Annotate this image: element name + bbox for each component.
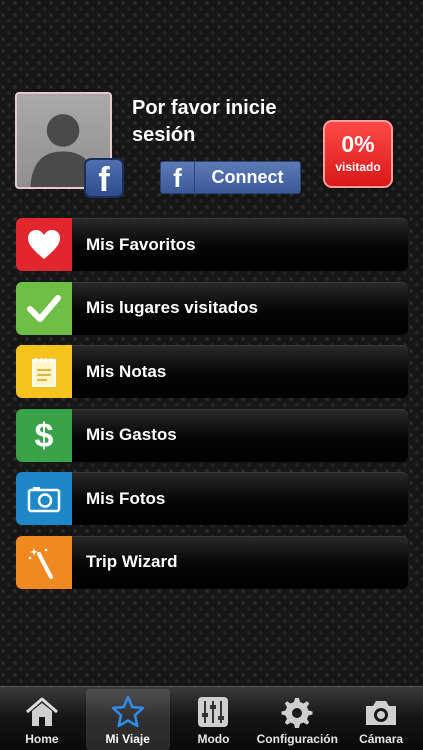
profile-header: f Por favor inicie sesión f Connect 0% v… xyxy=(0,0,423,210)
tab-bar: Home Mi Viaje Modo Configuración Cámara xyxy=(0,686,423,750)
visited-percent: 0% xyxy=(341,131,375,157)
visited-percent-badge: 0% visitado xyxy=(323,120,393,188)
tab-modo[interactable]: Modo xyxy=(172,687,256,750)
menu-item-label: Mis lugares visitados xyxy=(86,298,258,318)
tab-configuracion[interactable]: Configuración xyxy=(255,687,339,750)
menu-item-label: Mis Favoritos xyxy=(86,234,196,254)
dollar-icon: $ xyxy=(16,408,72,462)
facebook-icon: f xyxy=(84,158,124,199)
tab-label: Mi Viaje xyxy=(105,732,150,746)
magic-wand-icon xyxy=(16,535,72,589)
facebook-connect-button[interactable]: f Connect xyxy=(160,161,301,194)
svg-text:$: $ xyxy=(35,417,54,453)
menu-item-label: Trip Wizard xyxy=(86,552,178,572)
tab-camara[interactable]: Cámara xyxy=(339,687,423,750)
trip-menu: Mis Favoritos Mis lugares visitados Mis … xyxy=(16,218,408,600)
checkmark-icon xyxy=(16,281,72,335)
gear-icon xyxy=(281,698,313,728)
camera-icon xyxy=(16,472,72,526)
tab-label: Modo xyxy=(197,732,230,746)
menu-item-fotos[interactable]: Mis Fotos xyxy=(16,472,408,526)
menu-item-notas[interactable]: Mis Notas xyxy=(16,345,408,399)
home-icon xyxy=(25,697,58,726)
connect-label: Connect xyxy=(211,167,284,187)
camera-icon xyxy=(366,701,397,725)
menu-item-label: Mis Gastos xyxy=(86,425,177,445)
facebook-logo-icon: f xyxy=(161,162,195,193)
menu-item-label: Mis Fotos xyxy=(86,488,166,508)
tab-label: Cámara xyxy=(359,732,404,746)
sliders-icon xyxy=(198,697,229,727)
menu-item-lugares-visitados[interactable]: Mis lugares visitados xyxy=(16,281,408,335)
menu-item-favoritos[interactable]: Mis Favoritos xyxy=(16,218,408,271)
tab-mi-viaje[interactable]: Mi Viaje xyxy=(85,689,170,750)
menu-item-label: Mis Notas xyxy=(86,361,167,381)
star-icon xyxy=(111,695,144,728)
visited-label: visitado xyxy=(335,160,381,174)
tab-home[interactable]: Home xyxy=(0,687,84,750)
login-prompt: Por favor inicie sesión xyxy=(132,97,277,146)
notepad-icon xyxy=(16,345,72,399)
menu-item-trip-wizard[interactable]: Trip Wizard xyxy=(16,535,408,589)
tab-label: Configuración xyxy=(256,732,338,746)
heart-icon xyxy=(16,218,72,271)
tab-label: Home xyxy=(25,732,59,746)
menu-item-gastos[interactable]: $ Mis Gastos xyxy=(16,408,408,462)
